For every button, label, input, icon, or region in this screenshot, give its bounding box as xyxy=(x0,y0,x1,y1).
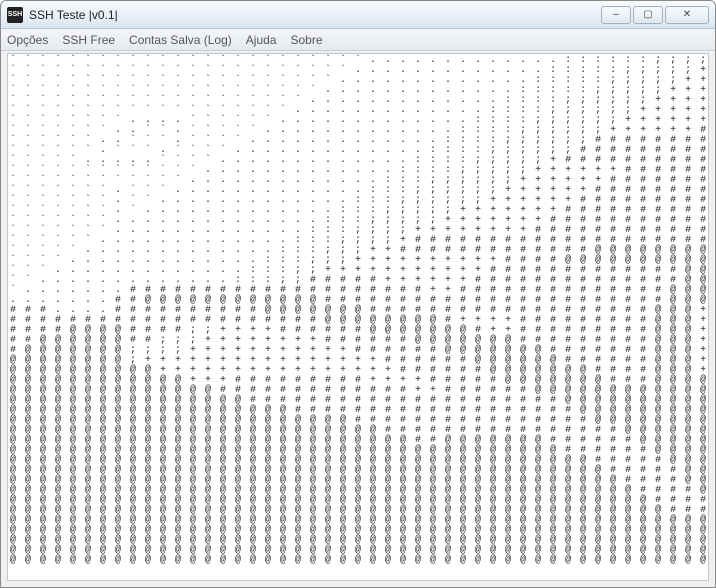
menu-opcoes[interactable]: Opções xyxy=(7,33,48,47)
menu-sobre[interactable]: Sobre xyxy=(290,33,322,47)
menu-contas-salva[interactable]: Contas Salva (Log) xyxy=(129,33,232,47)
titlebar[interactable]: SSH SSH Teste |v0.1| – ▢ ✕ xyxy=(1,1,715,29)
maximize-button[interactable]: ▢ xyxy=(633,6,663,24)
application-window: SSH SSH Teste |v0.1| – ▢ ✕ Opções SSH Fr… xyxy=(0,0,716,588)
minimize-button[interactable]: – xyxy=(601,6,631,24)
window-controls: – ▢ ✕ xyxy=(601,6,709,24)
ascii-art-display: ` ` ` ` ` ` ` ` ` ` ` ` ` ` ` ` ` ` ` ` … xyxy=(8,54,708,568)
client-area: ` ` ` ` ` ` ` ` ` ` ` ` ` ` ` ` ` ` ` ` … xyxy=(7,53,709,581)
menubar: Opções SSH Free Contas Salva (Log) Ajuda… xyxy=(1,29,715,51)
menu-ajuda[interactable]: Ajuda xyxy=(246,33,277,47)
app-icon: SSH xyxy=(7,7,23,23)
close-button[interactable]: ✕ xyxy=(665,6,709,24)
menu-ssh-free[interactable]: SSH Free xyxy=(62,33,115,47)
window-title: SSH Teste |v0.1| xyxy=(29,8,601,22)
